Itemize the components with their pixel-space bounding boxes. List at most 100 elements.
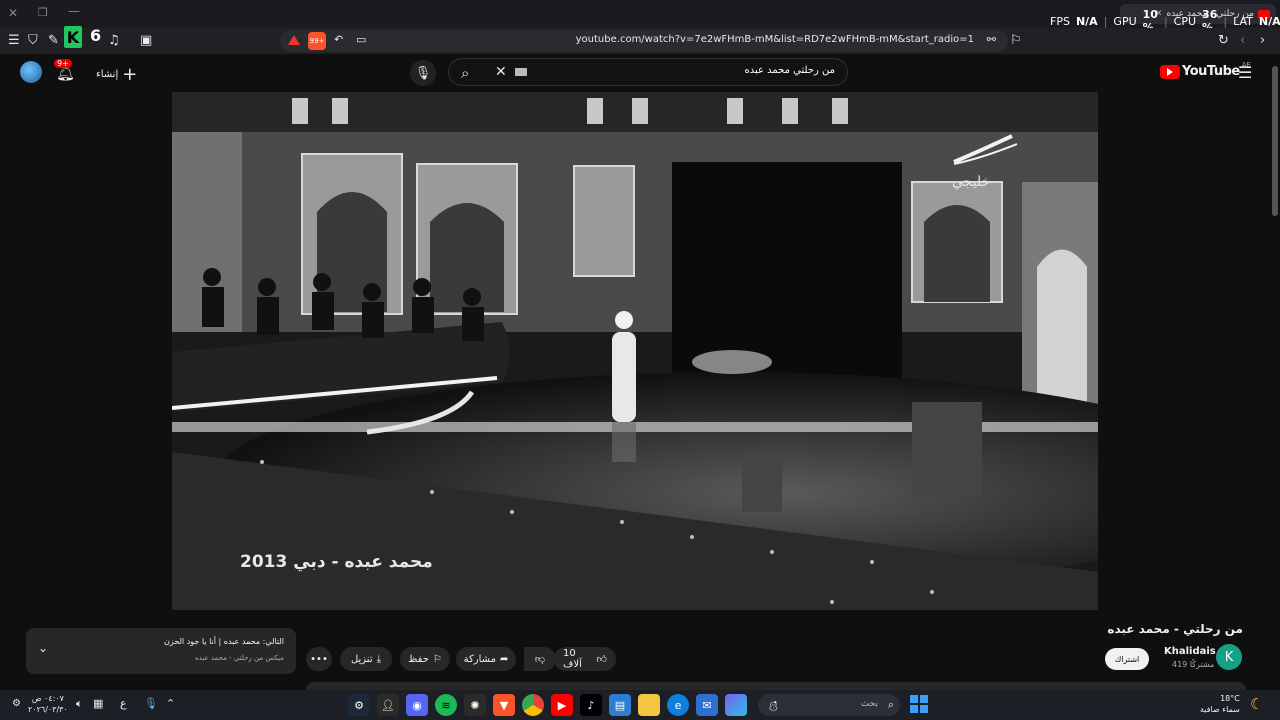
download-icon: ⤓ — [376, 653, 382, 665]
k-badge: 6 — [90, 26, 102, 45]
notification-badge: 9+ — [54, 59, 72, 68]
thumbs-up-icon: 👍︎ — [596, 654, 607, 665]
create-label: إنشاء — [96, 69, 119, 80]
steam-app-icon[interactable]: ⚙ — [348, 694, 370, 716]
search-box[interactable]: ⌕ ✕ من رحلتي محمد عبده — [448, 58, 848, 86]
microphone-icon: 🎙︎ — [414, 65, 432, 81]
hamburger-menu-icon[interactable]: ☰ — [1238, 63, 1252, 82]
network-icon[interactable]: ▦ — [93, 697, 103, 710]
taskbar-search-placeholder: بحث — [860, 699, 878, 709]
weather-desc: سماء صافية — [1200, 705, 1240, 714]
mail-app-icon[interactable]: ✉ — [696, 694, 718, 716]
taskbar: ⚙ ٠٤:٠٧ ص ٢٠٢٦/٠٣/٣٠ 🔈︎ ▦ ع 🎙︎ ⌃ ⚙ 👤︎ ◉ … — [0, 690, 1280, 720]
clear-search-icon[interactable]: ✕ — [495, 64, 507, 80]
discord-app-icon[interactable]: ◉ — [406, 694, 428, 716]
browser-toolbar: ☰ ⛉ ✎ K 6 ♫ ▣ 99+ ↶ ▭ youtube.com/watch?… — [0, 26, 1280, 54]
gpu-label: GPU — [1113, 14, 1137, 28]
close-window-icon[interactable]: ✕ — [8, 6, 18, 20]
pen-icon[interactable]: ✎ — [48, 33, 59, 48]
back-icon[interactable]: › — [1260, 33, 1265, 48]
user-avatar[interactable] — [20, 61, 42, 83]
weather-temp: 18°C — [1220, 694, 1240, 703]
reader-mode-icon[interactable]: ▭ — [356, 33, 366, 46]
video-player[interactable]: خليجي محمد عبده - دبي 2013 — [172, 92, 1098, 610]
video-info: من رحلتي - محمد عبده K Khalidais 419 مشت… — [0, 610, 1280, 690]
shield-icon[interactable]: ⛉ — [28, 33, 38, 48]
store-app-icon[interactable]: ▤ — [609, 694, 631, 716]
notifications-button[interactable]: 🔔︎ 9+ — [54, 59, 75, 82]
youtube-app-icon[interactable]: ▶ — [551, 694, 573, 716]
tab-manager-icon[interactable]: ▣ — [140, 33, 152, 48]
mic-tray-icon[interactable]: 🎙︎ — [144, 697, 158, 710]
warning-triangle-icon[interactable] — [288, 35, 300, 45]
moon-weather-icon: ☾ — [1250, 695, 1264, 713]
reload-icon[interactable]: ↻ — [1218, 33, 1229, 48]
copilot-app-icon[interactable] — [725, 694, 747, 716]
windows-start-icon[interactable] — [910, 695, 928, 713]
fps-label: FPS — [1050, 14, 1070, 28]
link-icon[interactable]: ⚯ — [987, 33, 996, 46]
search-icon[interactable]: ⌕ — [461, 64, 469, 82]
address-bar[interactable]: 99+ ↶ ▭ youtube.com/watch?v=7e2wFHmB-mM&… — [280, 30, 1008, 52]
youtube-header: 🔔︎ 9+ إنشاء + 🎙︎ ⌕ ✕ من رحلتي محمد عبده … — [0, 54, 1280, 92]
tray-overflow-icon[interactable]: ⌃ — [166, 697, 175, 710]
subscribe-button[interactable]: اشتراك — [1105, 648, 1149, 670]
channel-watermark: خليجي — [952, 174, 991, 190]
description-box[interactable] — [306, 682, 1246, 690]
next-video-subtitle: ميكس من رحلتي - محمد عبده — [195, 654, 284, 662]
steelseries-app-icon[interactable]: ✺ — [464, 694, 486, 716]
url-text[interactable]: youtube.com/watch?v=7e2wFHmB-mM&list=RD7… — [576, 34, 974, 45]
download-button[interactable]: تنزيل ⤓ — [340, 647, 392, 671]
brave-shield-icon[interactable]: 99+ — [308, 32, 326, 50]
music-icon[interactable]: ♫ — [108, 33, 120, 48]
minimize-window-icon[interactable]: — — [68, 4, 80, 18]
weather-widget[interactable]: 18°C سماء صافية — [1200, 693, 1240, 715]
back-arrow-icon[interactable]: ↶ — [334, 33, 343, 46]
k-logo[interactable]: K — [64, 26, 82, 48]
dislike-button[interactable]: 👎︎ — [524, 647, 556, 671]
clock[interactable]: ٠٤:٠٧ ص ٢٠٢٦/٠٣/٣٠ — [28, 693, 68, 715]
taskbar-search[interactable]: ⛄︎ بحث ⌕ — [758, 694, 900, 716]
like-button[interactable]: 10 آلاف 👍︎ — [554, 647, 616, 671]
youtube-logo-text: YouTube — [1182, 64, 1240, 79]
file-explorer-icon[interactable] — [638, 694, 660, 716]
spotify-app-icon[interactable]: ≋ — [435, 694, 457, 716]
restore-window-icon[interactable]: ❐ — [38, 6, 48, 19]
share-arrow-icon: ➦ — [499, 653, 509, 665]
channel-name[interactable]: Khalidais — [1164, 646, 1216, 657]
scrollbar-thumb[interactable] — [1272, 66, 1278, 216]
pinned-apps: ⚙ 👤︎ ◉ ≋ ✺ ▼ ▶ ♪ ▤ e ✉ — [348, 694, 747, 716]
subscriber-count: 419 مشتركًا — [1172, 660, 1215, 669]
channel-avatar[interactable]: K — [1216, 644, 1242, 670]
like-count: 10 آلاف — [563, 648, 582, 670]
system-settings-icon[interactable]: ⚙ — [12, 698, 21, 709]
tiktok-app-icon[interactable]: ♪ — [580, 694, 602, 716]
clock-date: ٢٠٢٦/٠٣/٣٠ — [28, 705, 68, 714]
voice-search-button[interactable]: 🎙︎ — [410, 60, 436, 86]
language-indicator[interactable]: ع — [120, 697, 127, 710]
next-video-card[interactable]: ⌄ التالي: محمد عبده | أنا يا جود الحزن م… — [26, 628, 296, 674]
share-button[interactable]: مشاركة ➦ — [456, 647, 516, 671]
chrome-app-icon[interactable] — [522, 694, 544, 716]
menu-icon[interactable]: ☰ — [8, 33, 20, 48]
create-button[interactable]: إنشاء + — [96, 64, 137, 85]
search-input[interactable]: من رحلتي محمد عبده — [745, 65, 836, 76]
save-button[interactable]: حفظ ⚐ — [400, 647, 450, 671]
more-actions-button[interactable]: ••• — [306, 647, 332, 671]
forward-icon[interactable]: ‹ — [1240, 33, 1245, 48]
video-caption: محمد عبده - دبي 2013 — [240, 552, 433, 572]
youtube-play-icon — [1160, 64, 1180, 79]
volume-icon[interactable]: 🔈︎ — [76, 697, 83, 711]
bookmark-icon[interactable]: ⚐ — [1010, 33, 1022, 48]
brave-app-icon[interactable]: ▼ — [493, 694, 515, 716]
keyboard-icon[interactable] — [515, 68, 527, 76]
bookmark-save-icon: ⚐ — [432, 653, 442, 665]
lat-label: LAT — [1233, 14, 1253, 28]
character-app-icon[interactable]: 👤︎ — [377, 694, 399, 716]
cpu-label: CPU — [1173, 14, 1197, 28]
fps-value: N/A — [1075, 14, 1098, 28]
page-scrollbar[interactable] — [1270, 54, 1280, 690]
edge-app-icon[interactable]: e — [667, 694, 689, 716]
chevron-down-icon[interactable]: ⌄ — [38, 641, 48, 655]
video-frame — [172, 92, 1098, 610]
